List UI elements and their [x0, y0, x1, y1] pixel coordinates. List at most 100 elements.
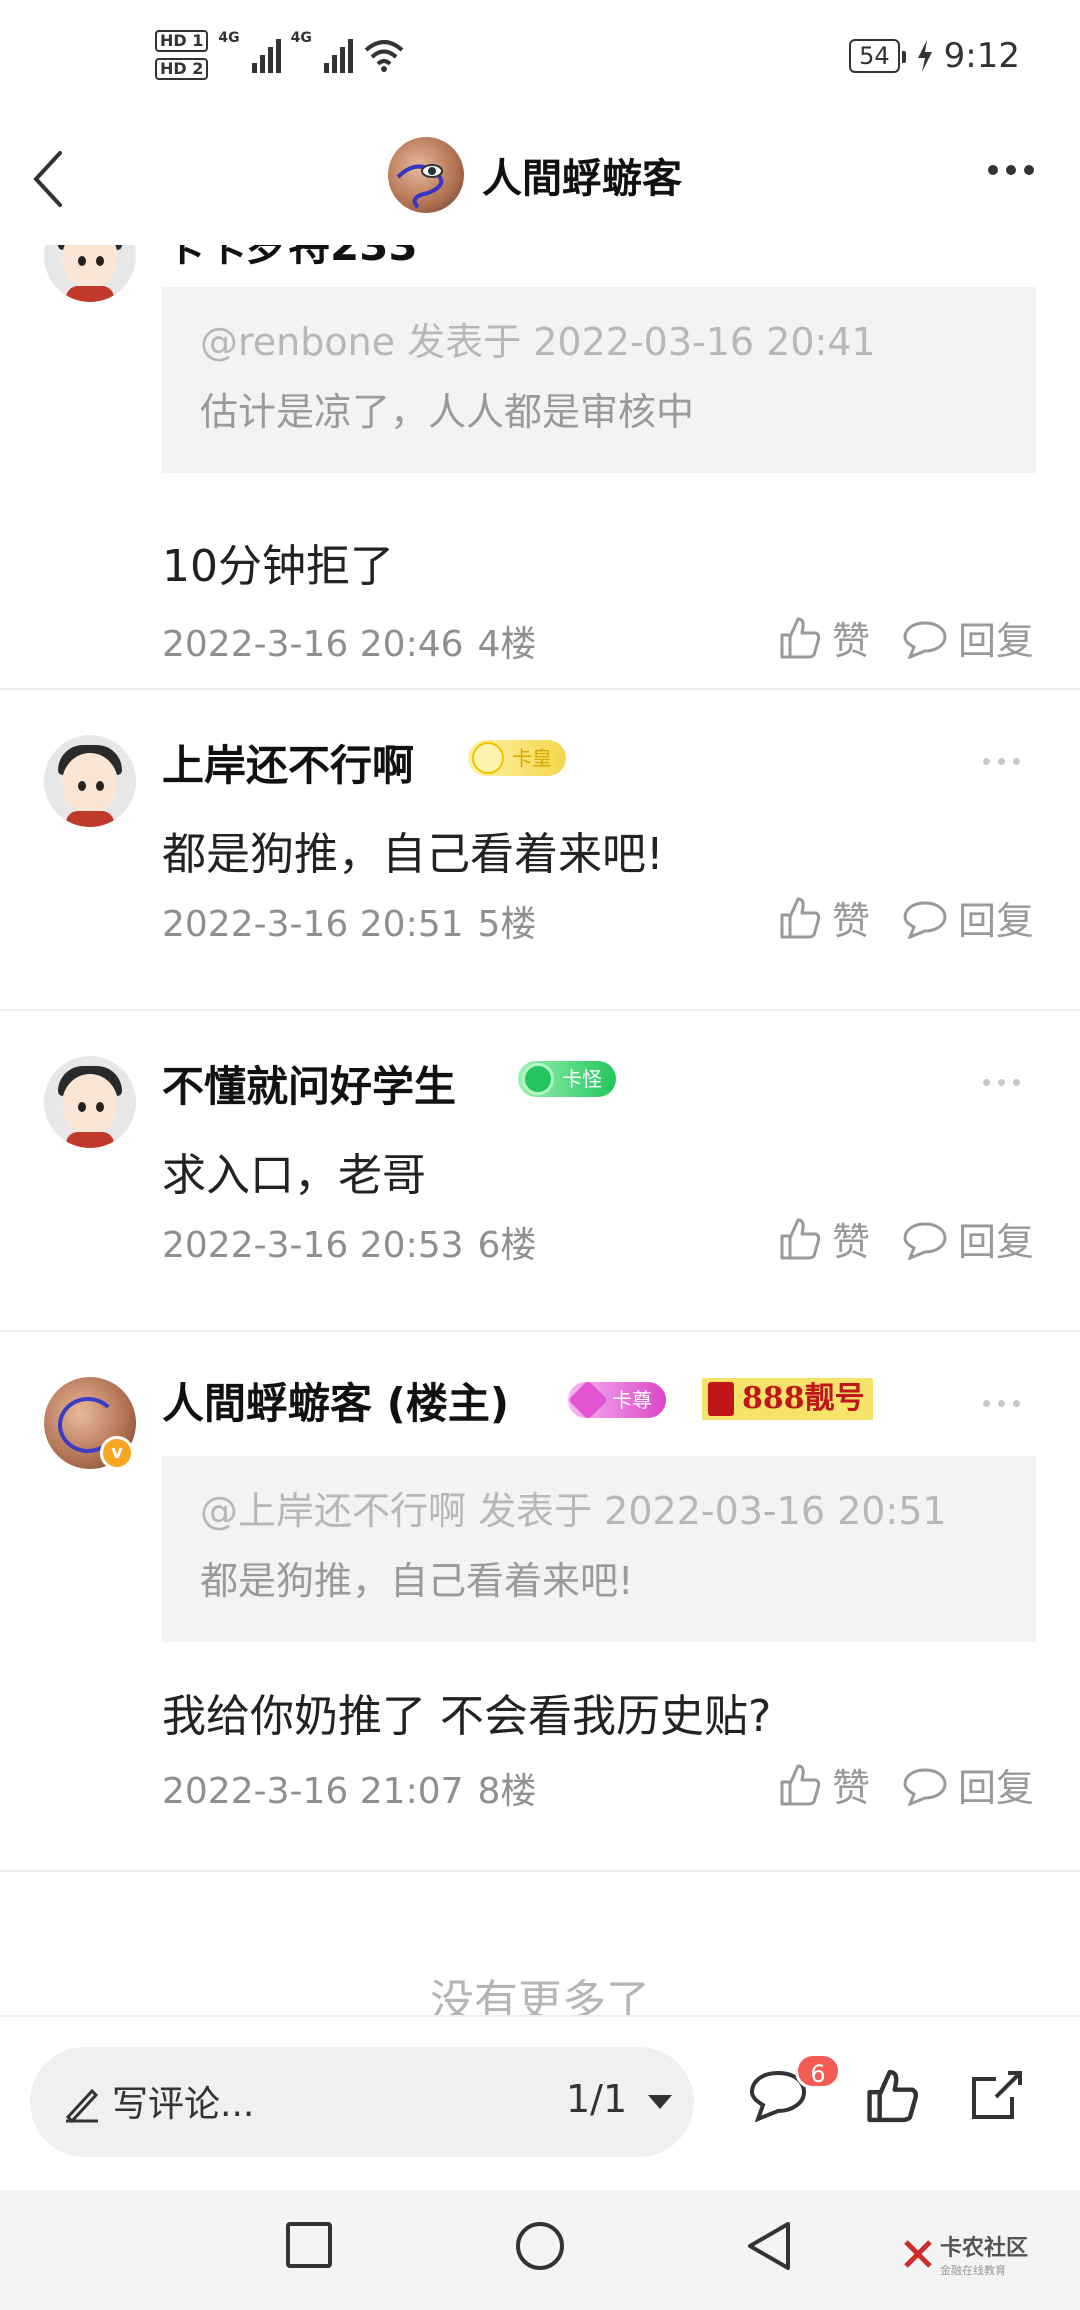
like-button[interactable]: 赞 — [776, 1757, 870, 1812]
reply-actions: 赞 回复 — [776, 890, 1034, 945]
watermark-tagline: 金融在线教育 — [939, 2264, 1006, 2277]
like-button[interactable]: 赞 — [776, 610, 870, 665]
circle-icon — [516, 2222, 564, 2270]
reply-meta: 2022-3-16 20:51 5楼 — [162, 895, 536, 947]
pen-icon — [65, 2088, 99, 2123]
reply-date: 2022-3-16 21:07 — [162, 1771, 464, 1812]
user-avatar[interactable] — [44, 245, 136, 302]
chat-bubble-icon — [903, 1767, 947, 1806]
page-indicator[interactable]: 1/1 — [566, 2077, 627, 2121]
reply-date: 2022-3-16 20:46 — [162, 624, 464, 665]
chat-bubble-icon — [903, 900, 947, 939]
like-button[interactable]: 赞 — [776, 1211, 870, 1266]
reply-label: 回复 — [957, 899, 1034, 943]
status-bar: HD 1 HD 2 4G 4G 54 9:12 — [0, 0, 1080, 125]
reply-text: 求入口，老哥 — [162, 1150, 426, 1201]
reply-label: 回复 — [957, 1220, 1034, 1264]
home-button[interactable] — [514, 2220, 566, 2276]
watermark-logo: 卡农社区 金融在线教育 — [902, 2230, 1028, 2278]
thumbs-up-icon — [867, 2069, 918, 2123]
reply-more-button[interactable] — [983, 1400, 1020, 1407]
thumbs-up-icon — [780, 1218, 821, 1259]
title-bar: 人間蜉蝣客 — [0, 125, 1080, 245]
reply-button[interactable]: 回复 — [902, 890, 1034, 945]
chat-bubble-icon — [903, 1221, 947, 1260]
reply-meta: 2022-3-16 20:53 6楼 — [162, 1216, 536, 1268]
chevron-left-icon — [33, 151, 62, 207]
seal-icon — [708, 1382, 734, 1416]
quoted-reply[interactable]: @上岸还不行啊 发表于 2022-03-16 20:51 都是狗推，自己看着来吧… — [162, 1456, 1036, 1642]
like-label: 赞 — [831, 619, 870, 663]
like-label: 赞 — [831, 1220, 870, 1264]
like-thread-button[interactable] — [862, 2067, 920, 2129]
username[interactable]: 不懂就问好学生 — [162, 1053, 456, 1114]
net2-label: 4G — [290, 30, 312, 46]
watermark-name: 卡农社区 — [939, 2236, 1028, 2261]
dropdown-arrow-icon[interactable] — [648, 2095, 672, 2109]
reply-text: 都是狗推，自己看着来吧! — [162, 829, 664, 880]
signal-group: HD 1 HD 2 4G 4G — [155, 30, 405, 80]
back-nav-button[interactable] — [744, 2220, 794, 2276]
reply-item: 上岸还不行啊 卡皇 都是狗推，自己看着来吧! 2022-3-16 20:51 5楼… — [0, 690, 1080, 1011]
signal1-icon — [251, 37, 281, 73]
square-icon — [286, 2222, 332, 2268]
quote-header: @renbone 发表于 2022-03-16 20:41 — [200, 320, 876, 364]
reply-meta: 2022-3-16 21:07 8楼 — [162, 1762, 536, 1814]
level-badge: 卡皇 — [468, 740, 566, 776]
reply-list: 卡卡罗特233 @renbone 发表于 2022-03-16 20:41 估计… — [0, 245, 1080, 2015]
share-icon — [972, 2071, 1022, 2119]
reply-more-button[interactable] — [983, 758, 1020, 765]
reply-date: 2022-3-16 20:53 — [162, 1225, 464, 1266]
vip-number-badge: 888靓号 — [702, 1378, 873, 1420]
wifi-icon — [364, 40, 404, 72]
more-options-button[interactable] — [988, 165, 1034, 175]
quote-text: 估计是凉了，人人都是审核中 — [200, 390, 695, 434]
avatar-art-icon — [396, 164, 444, 209]
chat-bubble-icon — [903, 620, 947, 659]
reply-meta: 2022-3-16 20:46 4楼 — [162, 615, 536, 667]
thumbs-up-icon — [780, 617, 821, 658]
hd2-label: HD 2 — [155, 58, 209, 80]
username[interactable]: 卡卡罗特233 — [162, 245, 418, 273]
net1-label: 4G — [218, 30, 240, 46]
comment-placeholder: 写评论... — [112, 2084, 255, 2125]
reply-more-button[interactable] — [983, 1079, 1020, 1086]
share-button[interactable] — [968, 2067, 1026, 2127]
reply-actions: 赞 回复 — [776, 610, 1034, 665]
username[interactable]: 上岸还不行啊 — [162, 732, 414, 793]
floor-number: 5楼 — [477, 904, 537, 945]
thumbs-up-icon — [780, 1764, 821, 1805]
reply-label: 回复 — [957, 1766, 1034, 1810]
username[interactable]: 人間蜉蝣客 (楼主) — [162, 1370, 509, 1431]
reply-item: v 人間蜉蝣客 (楼主) 卡尊 888靓号 @上岸还不行啊 发表于 2022-0… — [0, 1332, 1080, 1872]
diamond-icon — [568, 1380, 608, 1420]
quote-text: 都是狗推，自己看着来吧! — [200, 1559, 634, 1603]
thread-author[interactable]: 人間蜉蝣客 — [388, 137, 682, 213]
end-of-list-text: 没有更多了 — [430, 1976, 650, 2015]
comment-input[interactable]: 写评论... 1/1 — [30, 2047, 694, 2157]
reply-label: 回复 — [957, 619, 1034, 663]
quoted-reply[interactable]: @renbone 发表于 2022-03-16 20:41 估计是凉了，人人都是… — [162, 287, 1036, 473]
reply-text: 10分钟拒了 — [162, 541, 394, 592]
thumbs-up-icon — [780, 897, 821, 938]
user-avatar[interactable] — [44, 1056, 136, 1148]
reply-actions: 赞 回复 — [776, 1211, 1034, 1266]
reply-button[interactable]: 回复 — [902, 1757, 1034, 1812]
reply-button[interactable]: 回复 — [902, 610, 1034, 665]
battery-icon: 54 — [849, 39, 906, 73]
like-label: 赞 — [831, 899, 870, 943]
triangle-back-icon — [748, 2222, 790, 2270]
user-avatar[interactable] — [44, 735, 136, 827]
floor-number: 4楼 — [477, 624, 537, 665]
author-avatar[interactable] — [388, 137, 464, 213]
level-badge: 卡尊 — [568, 1380, 666, 1420]
bottom-action-bar: 写评论... 1/1 6 — [0, 2015, 1080, 2190]
back-button[interactable] — [28, 147, 88, 217]
like-button[interactable]: 赞 — [776, 890, 870, 945]
star-icon — [522, 1063, 554, 1095]
kanong-logo-icon — [902, 2238, 934, 2270]
crown-icon — [472, 742, 504, 774]
floor-number: 6楼 — [477, 1225, 537, 1266]
recent-apps-button[interactable] — [284, 2220, 334, 2274]
reply-button[interactable]: 回复 — [902, 1211, 1034, 1266]
